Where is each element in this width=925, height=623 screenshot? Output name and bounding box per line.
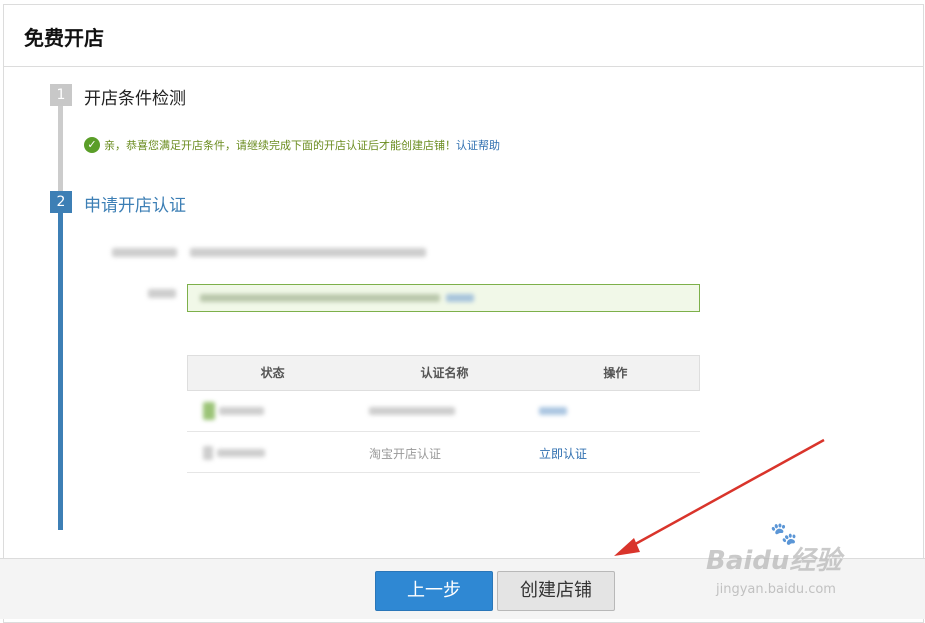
redacted-text	[200, 294, 440, 302]
previous-step-button[interactable]: 上一步	[375, 571, 493, 611]
certification-name: 淘宝开店认证	[369, 447, 442, 461]
column-name: 认证名称	[420, 366, 469, 380]
notice-text: 亲，恭喜您满足开店条件，请继续完成下面的开店认证后才能创建店铺！	[104, 139, 456, 152]
panel-header: 免费开店	[4, 5, 923, 67]
column-action: 操作	[603, 366, 628, 380]
page-title: 免费开店	[24, 26, 104, 50]
create-shop-button[interactable]: 创建店铺	[497, 571, 615, 611]
certification-table: 状态 认证名称 操作 淘宝开店认证 立即认证	[187, 355, 700, 473]
certify-now-link[interactable]: 立即认证	[539, 445, 587, 462]
redacted-status	[217, 449, 265, 457]
redacted-info-box	[187, 284, 700, 312]
step-2-rail	[58, 210, 63, 530]
table-header: 状态 认证名称 操作	[187, 355, 700, 391]
step-1-title: 开店条件检测	[84, 89, 186, 109]
redacted-name	[369, 407, 455, 415]
step-2-title: 申请开店认证	[84, 196, 186, 216]
check-circle-icon: ✓	[84, 137, 100, 153]
status-icon	[203, 402, 215, 420]
column-status: 状态	[260, 366, 285, 380]
redacted-action	[539, 407, 567, 415]
status-icon	[203, 446, 213, 460]
watermark-logo: Baidu经验	[706, 546, 842, 576]
watermark-url: jingyan.baidu.com	[716, 582, 836, 597]
table-row: 淘宝开店认证 立即认证	[187, 432, 700, 473]
step-1-number: 1	[50, 84, 72, 106]
help-link[interactable]: 认证帮助	[456, 139, 500, 152]
table-row	[187, 391, 700, 432]
step-1-rail	[58, 94, 63, 194]
step-2-number: 2	[50, 191, 72, 213]
eligibility-notice: 亲，恭喜您满足开店条件，请继续完成下面的开店认证后才能创建店铺！认证帮助	[104, 137, 500, 153]
redacted-text	[190, 248, 426, 257]
redacted-text	[446, 294, 474, 302]
redacted-text	[112, 248, 177, 257]
redacted-status	[219, 407, 264, 415]
redacted-label	[148, 289, 176, 298]
